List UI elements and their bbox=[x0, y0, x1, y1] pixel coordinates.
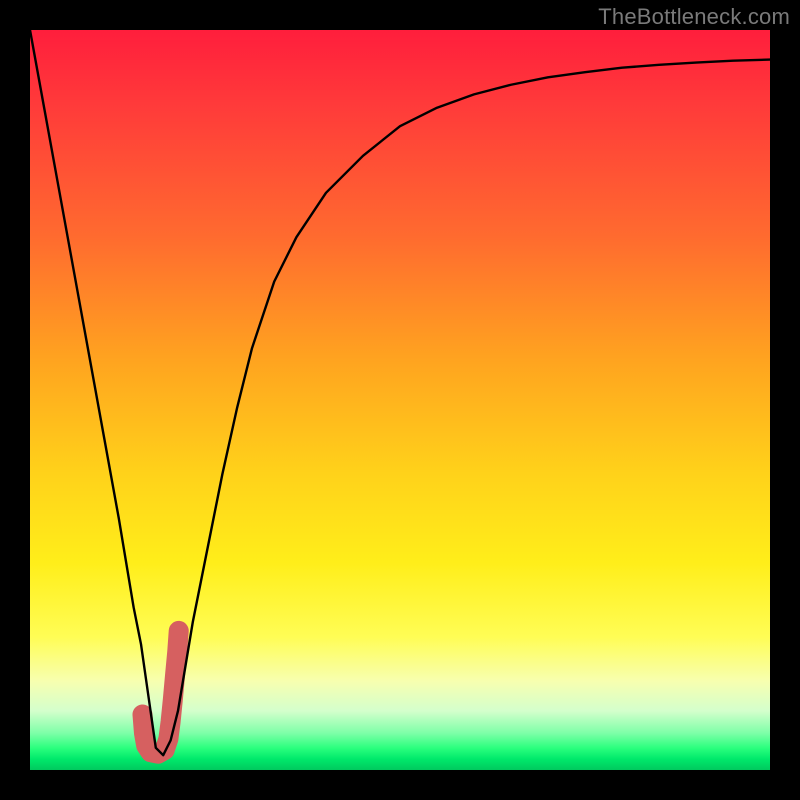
watermark-text: TheBottleneck.com bbox=[598, 4, 790, 30]
chart-svg bbox=[30, 30, 770, 770]
bottleneck-curve bbox=[30, 30, 770, 755]
chart-frame: TheBottleneck.com bbox=[0, 0, 800, 800]
plot-area bbox=[30, 30, 770, 770]
